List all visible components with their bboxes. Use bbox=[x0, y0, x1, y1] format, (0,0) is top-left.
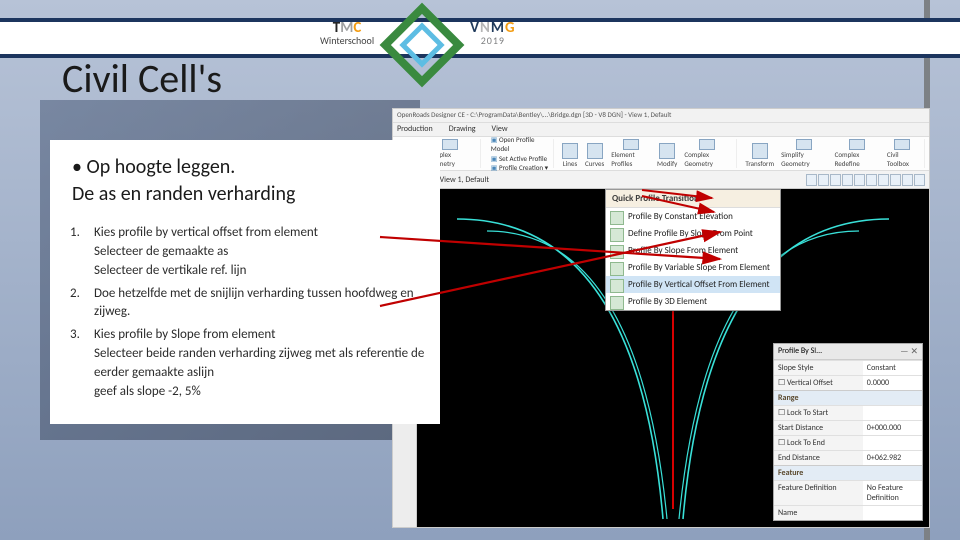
palette-titlebar[interactable]: Profile By Sl... — ✕ bbox=[774, 344, 922, 360]
complex-geom-icon bbox=[442, 139, 458, 150]
dd-3d-element[interactable]: Profile By 3D Element bbox=[606, 293, 780, 310]
view-tool-6[interactable] bbox=[866, 174, 877, 186]
open-profile-model[interactable]: Open Profile Model bbox=[491, 135, 549, 153]
tmc-subtitle: Winterschool bbox=[320, 36, 374, 46]
set-active-profile[interactable]: Set Active Profile bbox=[491, 154, 549, 163]
civil-toolbox-icon bbox=[894, 139, 910, 150]
ribbon-complex-redef[interactable]: Complex Redefine bbox=[833, 139, 882, 168]
ribbon-civil-toolbox[interactable]: Civil Toolbox bbox=[885, 139, 920, 168]
step-1: Kies profile by vertical offset from ele… bbox=[68, 224, 432, 281]
dd-constant-elev[interactable]: Profile By Constant Elevation bbox=[606, 208, 780, 225]
step-2-text: Doe hetzelfde met de snijlijn verharding… bbox=[94, 286, 414, 320]
row-start-dist: Start Distance0+000.000 bbox=[774, 420, 922, 435]
element-profiles-icon bbox=[623, 139, 639, 150]
profile-dropdown: Quick Profile Transition Profile By Cons… bbox=[605, 189, 781, 311]
ribbon-element-profiles[interactable]: Element Profiles bbox=[609, 139, 652, 168]
app-titlebar: OpenRoads Designer CE - C:\ProgramData\B… bbox=[393, 109, 929, 123]
row-lock-start: Lock To Start bbox=[774, 405, 922, 420]
step-3: Kies profile by Slope from element Selec… bbox=[68, 326, 432, 401]
tab-drawing[interactable]: Drawing bbox=[449, 124, 476, 135]
vnmg-logo: VNMG 2019 bbox=[470, 21, 515, 46]
transform-icon bbox=[752, 143, 768, 159]
row-feature-def: Feature DefinitionNo Feature Definition bbox=[774, 480, 922, 505]
ribbon-transform[interactable]: Transform bbox=[743, 139, 776, 168]
view-tool-5[interactable] bbox=[854, 174, 865, 186]
view-area: ◧ View 1, Default bbox=[417, 171, 929, 527]
row-lock-end: Lock To End bbox=[774, 435, 922, 450]
complex2-icon bbox=[699, 139, 715, 150]
app-window: OpenRoads Designer CE - C:\ProgramData\B… bbox=[392, 108, 930, 528]
complex-redef-icon bbox=[849, 139, 865, 150]
lines-icon bbox=[562, 143, 578, 159]
dd-vertical-offset[interactable]: Profile By Vertical Offset From Element bbox=[606, 276, 780, 293]
vnmg-year: 2019 bbox=[470, 36, 515, 46]
section-feature: Feature bbox=[774, 465, 922, 480]
property-palette: Profile By Sl... — ✕ Slope StyleConstant… bbox=[773, 343, 923, 521]
step-list: Kies profile by vertical offset from ele… bbox=[68, 224, 432, 402]
view-toolbar bbox=[806, 174, 925, 186]
simplify-icon bbox=[796, 139, 812, 150]
close-icon[interactable]: — ✕ bbox=[900, 346, 918, 357]
step-2: Doe hetzelfde met de snijlijn verharding… bbox=[68, 285, 432, 323]
app-tabs: Production Drawing View bbox=[393, 123, 929, 137]
view-tool-7[interactable] bbox=[878, 174, 889, 186]
tab-view[interactable]: View bbox=[492, 124, 508, 135]
dd-slope-from-point[interactable]: Define Profile By Slope From Point bbox=[606, 225, 780, 242]
view-tool-9[interactable] bbox=[902, 174, 913, 186]
view-tool-4[interactable] bbox=[842, 174, 853, 186]
modify2-icon bbox=[659, 143, 675, 159]
view-tool-10[interactable] bbox=[914, 174, 925, 186]
row-slope-style: Slope StyleConstant bbox=[774, 360, 922, 375]
bullet-main: Op hoogte leggen. De as en randen verhar… bbox=[72, 154, 432, 208]
app-ribbon: Modify Complex Geometry Open Profile Mod… bbox=[393, 137, 929, 171]
tab-production[interactable]: Production bbox=[397, 124, 433, 135]
view-header: ◧ View 1, Default bbox=[417, 171, 929, 189]
step-1-text: Kies profile by vertical offset from ele… bbox=[94, 225, 318, 278]
tmc-logo: TMC Winterschool bbox=[320, 21, 374, 46]
view-tool-8[interactable] bbox=[890, 174, 901, 186]
bullet-line1: Op hoogte leggen. De as en randen verhar… bbox=[72, 155, 295, 206]
ribbon-lines[interactable]: Lines bbox=[560, 139, 580, 168]
dropdown-header: Quick Profile Transition bbox=[606, 190, 780, 208]
row-name: Name bbox=[774, 505, 922, 520]
dd-slope-from-element[interactable]: Profile By Slope From Element bbox=[606, 242, 780, 259]
ribbon-curves[interactable]: Curves bbox=[583, 139, 606, 168]
logo-group: TMC Winterschool VNMG 2019 bbox=[320, 0, 516, 66]
drawing-canvas[interactable]: Quick Profile Transition Profile By Cons… bbox=[417, 189, 929, 527]
ribbon-profile-group: Open Profile Model Set Active Profile Pr… bbox=[487, 139, 554, 168]
ribbon-modify2[interactable]: Modify bbox=[655, 139, 679, 168]
view-label: View 1, Default bbox=[440, 175, 489, 185]
view-tool-2[interactable] bbox=[818, 174, 829, 186]
dd-variable-slope[interactable]: Profile By Variable Slope From Element bbox=[606, 259, 780, 276]
view-tool-3[interactable] bbox=[830, 174, 841, 186]
row-end-dist: End Distance0+062.982 bbox=[774, 450, 922, 465]
row-vertical-offset: Vertical Offset0.0000 bbox=[774, 375, 922, 390]
ribbon-simplify[interactable]: Simplify Geometry bbox=[779, 139, 830, 168]
page-title: Civil Cell's bbox=[62, 54, 222, 103]
step-3-text: Kies profile by Slope from element Selec… bbox=[94, 327, 424, 399]
view-tool-1[interactable] bbox=[806, 174, 817, 186]
palette-title: Profile By Sl... bbox=[778, 346, 822, 357]
section-range: Range bbox=[774, 390, 922, 405]
text-content: Op hoogte leggen. De as en randen verhar… bbox=[50, 140, 440, 424]
curves-icon bbox=[587, 143, 603, 159]
ribbon-complex2[interactable]: Complex Geometry bbox=[682, 139, 732, 168]
